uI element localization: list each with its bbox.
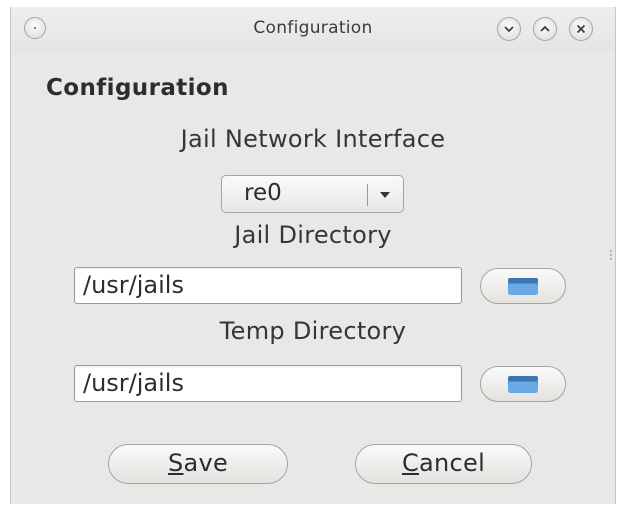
save-label: ave — [183, 449, 229, 477]
folder-icon — [508, 376, 538, 393]
cancel-label: ancel — [419, 449, 486, 477]
network-interface-value: re0 — [244, 180, 282, 206]
resize-grip[interactable] — [610, 250, 612, 262]
combo-separator — [367, 184, 368, 206]
save-mnemonic: S — [167, 449, 184, 477]
configuration-window: Configuration Configuration Jail Network… — [10, 7, 616, 504]
title-bar[interactable]: Configuration — [11, 7, 615, 51]
window-title: Configuration — [253, 18, 373, 38]
folder-icon — [508, 278, 538, 295]
temp-directory-value: /usr/jails — [83, 369, 184, 397]
chevron-down-icon — [504, 26, 514, 33]
network-interface-label: Jail Network Interface — [180, 125, 446, 153]
close-icon — [576, 24, 586, 34]
minimize-button[interactable] — [497, 17, 521, 41]
maximize-button[interactable] — [533, 17, 557, 41]
jail-directory-browse-button[interactable] — [480, 268, 566, 304]
page-title: Configuration — [46, 75, 229, 101]
cancel-mnemonic: C — [401, 449, 419, 477]
dropdown-arrow-icon — [380, 192, 390, 198]
temp-directory-input[interactable]: /usr/jails — [74, 365, 462, 402]
cancel-button[interactable]: Cancel — [355, 444, 532, 484]
jail-directory-input[interactable]: /usr/jails — [74, 267, 462, 304]
close-button[interactable] — [569, 17, 593, 41]
chevron-up-icon — [540, 25, 550, 32]
temp-directory-browse-button[interactable] — [480, 366, 566, 402]
jail-directory-value: /usr/jails — [83, 271, 184, 299]
jail-directory-label: Jail Directory — [234, 221, 392, 249]
temp-directory-label: Temp Directory — [219, 317, 407, 345]
network-interface-select[interactable]: re0 — [221, 175, 404, 213]
save-button[interactable]: Save — [108, 444, 288, 484]
